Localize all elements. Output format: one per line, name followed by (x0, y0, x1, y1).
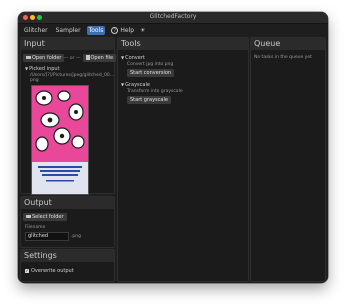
theme-toggle-icon[interactable]: ☀ (140, 27, 145, 34)
open-folder-label: Open folder (32, 55, 62, 61)
select-folder-button[interactable]: Select folder (23, 213, 67, 221)
collapse-triangle-icon: ▼ (121, 55, 125, 60)
menu-sampler[interactable]: Sampler (54, 26, 83, 35)
settings-panel-heading: Settings (21, 250, 114, 262)
open-folder-button[interactable]: Open folder (23, 54, 65, 62)
filename-input[interactable]: glitched (25, 232, 69, 241)
start-conversion-button[interactable]: Start conversion (127, 69, 175, 77)
folder-icon (26, 214, 31, 219)
picked-path-ext: png (30, 78, 39, 83)
output-panel-heading: Output (21, 197, 114, 209)
collapse-triangle-icon: ▼ (25, 66, 29, 71)
menu-help-label: Help (120, 26, 135, 34)
picked-input-toggle[interactable]: ▼Picked input (25, 66, 60, 72)
tools-panel-heading: Tools (118, 38, 248, 50)
convert-title: Convert (125, 55, 145, 61)
file-icon (86, 55, 90, 60)
start-grayscale-button[interactable]: Start grayscale (127, 96, 171, 104)
settings-panel: Settings ✓ Overwrite output (20, 249, 115, 282)
overwrite-output-label: Overwrite output (31, 268, 74, 274)
menu-glitcher[interactable]: Glitcher (22, 26, 50, 35)
window-title: GlitchedFactory (149, 13, 197, 20)
collapse-triangle-icon: ▼ (121, 82, 125, 87)
or-separator: — or — (64, 56, 81, 61)
menu-tools[interactable]: Tools (86, 25, 106, 35)
preview-image (32, 86, 88, 194)
input-panel-heading: Input (21, 38, 114, 50)
menu-bar: Glitcher Sampler Tools ? Help ☀ (18, 24, 328, 36)
open-file-button[interactable]: Open file (83, 54, 117, 62)
queue-panel: Queue No tasks in the queue yet (250, 37, 326, 282)
tools-panel: Tools ▼Convert Convert jpg into png Star… (117, 37, 249, 282)
open-file-label: Open file (90, 55, 114, 61)
grayscale-description: Transform into grayscale (127, 89, 183, 94)
picked-input-label: Picked input (29, 66, 60, 72)
convert-section-toggle[interactable]: ▼Convert (121, 55, 145, 61)
app-window: GlitchedFactory Glitcher Sampler Tools ?… (18, 12, 328, 283)
filename-label: Filename (25, 225, 46, 230)
help-icon: ? (111, 26, 119, 34)
menu-help[interactable]: ? Help (109, 26, 136, 35)
picked-path: /Users/[?]/Pictures/jpeg/glitched_00… (30, 73, 115, 78)
title-bar: GlitchedFactory (18, 12, 328, 24)
folder-icon (26, 55, 31, 60)
convert-description: Convert jpg into png (127, 62, 174, 67)
queue-empty-text: No tasks in the queue yet (254, 55, 312, 60)
checkmark-icon: ✓ (25, 267, 29, 273)
output-panel: Output Select folder Filename glitched .… (20, 196, 115, 248)
grayscale-section-toggle[interactable]: ▼Grayscale (121, 82, 150, 88)
filename-extension: .png (71, 234, 81, 239)
input-panel: Input Open folder — or — Open file ▼Pick… (20, 37, 117, 195)
queue-panel-heading: Queue (251, 38, 325, 50)
select-folder-label: Select folder (32, 214, 64, 220)
grayscale-title: Grayscale (125, 82, 150, 88)
overwrite-output-checkbox[interactable]: ✓ Overwrite output (25, 268, 74, 274)
input-image-preview (31, 85, 89, 195)
